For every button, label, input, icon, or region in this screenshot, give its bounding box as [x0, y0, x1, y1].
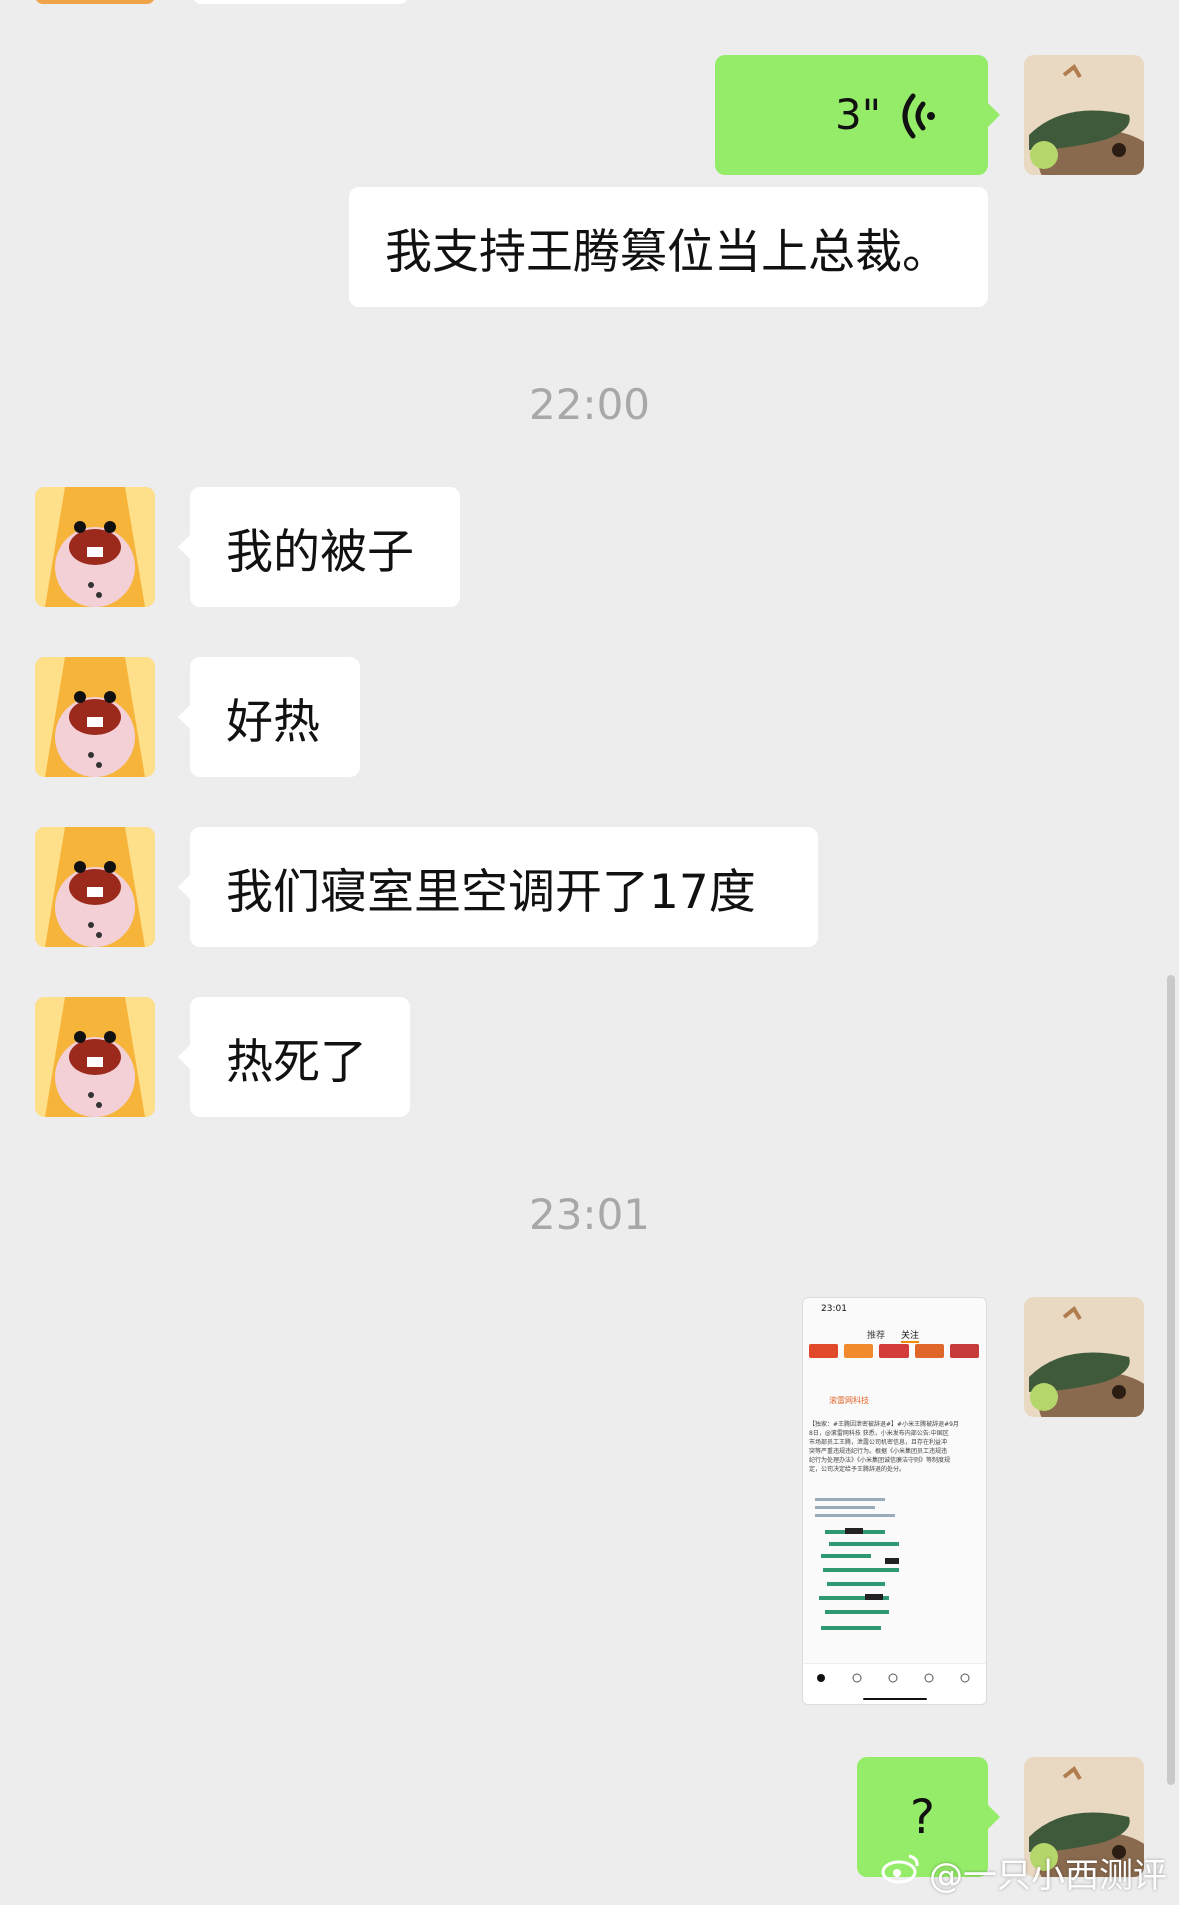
- thumb-status-time: 23:01: [821, 1304, 847, 1314]
- incoming-text-bubble[interactable]: 热死了: [178, 997, 410, 1117]
- message-text: 我支持王腾篡位当上总裁。: [385, 224, 949, 280]
- timestamp: 22:00: [528, 380, 651, 429]
- voice-duration: 3": [835, 90, 882, 139]
- thumb-story-row: [809, 1344, 980, 1358]
- timestamp: 23:01: [528, 1190, 651, 1239]
- incoming-text-bubble[interactable]: 我们寝室里空调开了17度: [178, 827, 818, 947]
- incoming-text-bubble[interactable]: 好热: [178, 657, 360, 777]
- friend-avatar[interactable]: [35, 997, 155, 1117]
- voice-wave-icon: [897, 92, 937, 144]
- weibo-logo-icon: [881, 1852, 921, 1893]
- thumb-redacted-document: [815, 1498, 925, 1648]
- previous-avatar-edge: [35, 0, 155, 4]
- friend-avatar[interactable]: [35, 657, 155, 777]
- message-text: ?: [910, 1789, 935, 1845]
- message-text: 我的被子: [226, 524, 414, 580]
- my-avatar[interactable]: [1024, 55, 1144, 175]
- incoming-text-bubble[interactable]: 我的被子: [178, 487, 460, 607]
- thumb-tab-recommend: 推荐: [867, 1331, 886, 1341]
- watermark-text: @一只小西测评: [929, 1856, 1167, 1896]
- my-avatar[interactable]: [1024, 1297, 1144, 1417]
- friend-avatar[interactable]: [35, 487, 155, 607]
- scrollbar[interactable]: [1167, 975, 1175, 1785]
- thumb-post-body: 【独家：#王腾因泄密被辞退#】#小米王腾被辞退#9月 8日，@滚雷网科技 获悉，…: [809, 1421, 959, 1473]
- image-message[interactable]: 23:01 推荐 关注 滚雷网科技 【独家：#王腾因泄密被辞退#】#小米王腾被辞…: [802, 1297, 987, 1705]
- thumb-tab-follow: 关注: [901, 1328, 920, 1343]
- thumb-poster-name: 滚雷网科技: [829, 1396, 869, 1405]
- thumb-bottom-nav: [803, 1663, 986, 1704]
- message-text: 热死了: [226, 1034, 367, 1090]
- chat-view: 3" 我支持王腾篡位当上总裁。 22:00 我的被子 好热 我们寝室里空调开了1…: [0, 0, 1179, 1905]
- watermark: @一只小西测评: [881, 1848, 1167, 1897]
- message-text: 好热: [226, 694, 320, 750]
- previous-bubble-edge: [193, 0, 408, 4]
- outgoing-text-bubble[interactable]: 我支持王腾篡位当上总裁。: [349, 187, 988, 307]
- friend-avatar[interactable]: [35, 827, 155, 947]
- message-text: 我们寝室里空调开了17度: [226, 864, 756, 920]
